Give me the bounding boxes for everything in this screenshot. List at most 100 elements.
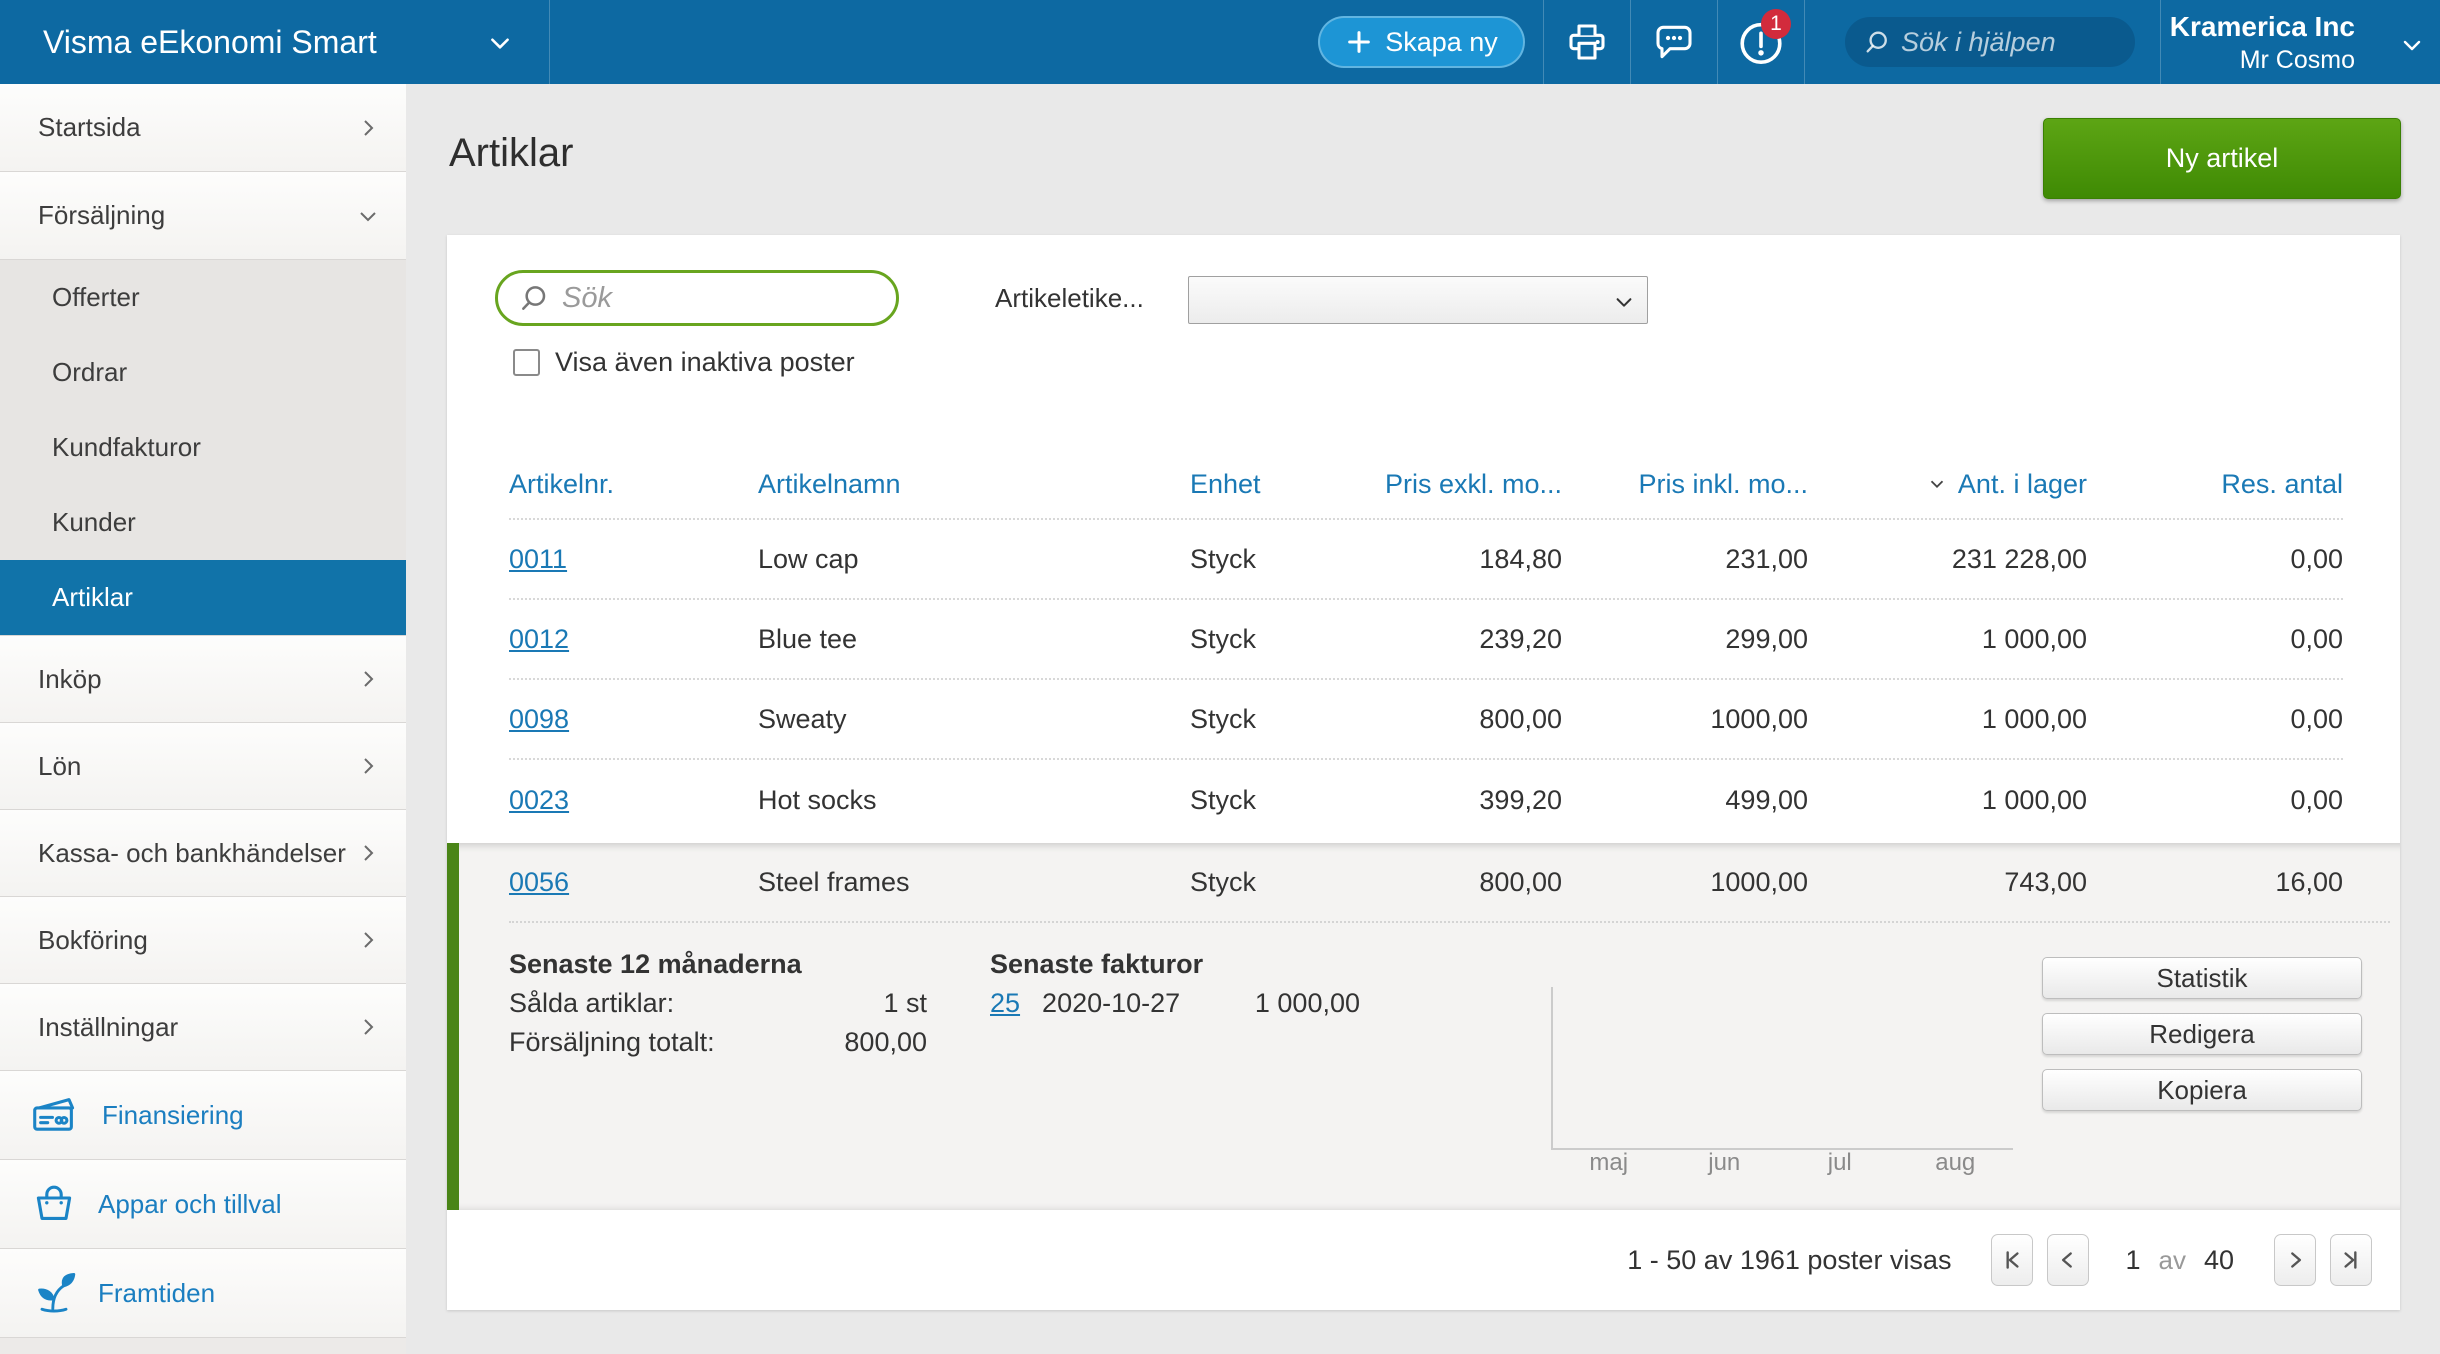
article-number-link[interactable]: 0098 [509, 704, 569, 734]
show-inactive-row[interactable]: Visa även inaktiva poster [513, 347, 855, 378]
sidebar-item-bokforing[interactable]: Bokföring [0, 897, 406, 984]
statistics-button[interactable]: Statistik [2042, 957, 2362, 999]
chevron-down-icon[interactable] [2398, 33, 2426, 57]
sort-desc-icon [1926, 473, 1948, 495]
article-number-link[interactable]: 0012 [509, 624, 569, 654]
sidebar-item-label: Artiklar [52, 582, 133, 613]
article-label-select[interactable] [1188, 276, 1648, 324]
article-name: Hot socks [758, 785, 1190, 816]
column-header-label: Res. antal [2221, 469, 2343, 500]
stock-qty: 743,00 [1808, 867, 2087, 898]
mini-sales-chart-x-labels: maj jun jul aug [1551, 1149, 2013, 1177]
column-header-artikelnamn[interactable]: Artikelnamn [758, 469, 1190, 500]
article-unit: Styck [1190, 785, 1369, 816]
sidebar-item-label: Kassa- och bankhändelser [38, 838, 346, 869]
chevron-right-icon [356, 116, 380, 140]
stock-qty: 1 000,00 [1808, 785, 2087, 816]
new-article-button[interactable]: Ny artikel [2043, 118, 2401, 199]
sales-total-label: Försäljning totalt: [509, 1023, 715, 1062]
table-row[interactable]: 0012 Blue tee Styck 239,20 299,00 1 000,… [509, 600, 2343, 680]
print-button[interactable] [1544, 0, 1630, 84]
reserved-qty: 0,00 [2087, 785, 2343, 816]
stock-qty: 1 000,00 [1808, 704, 2087, 735]
column-header-enhet[interactable]: Enhet [1190, 469, 1369, 500]
price-incl: 499,00 [1562, 785, 1808, 816]
feedback-button[interactable] [1631, 0, 1717, 84]
column-header-pris-inkl[interactable]: Pris inkl. mo... [1562, 469, 1808, 500]
search-icon [518, 282, 550, 314]
sidebar-item-installningar[interactable]: Inställningar [0, 984, 406, 1071]
shopping-bag-icon [30, 1182, 78, 1226]
last-page-button[interactable] [2330, 1234, 2372, 1286]
chevron-down-icon[interactable] [487, 30, 513, 56]
edit-button[interactable]: Redigera [2042, 1013, 2362, 1055]
sidebar-item-label: Bokföring [38, 925, 148, 956]
article-search-input[interactable] [562, 282, 876, 315]
main-content: Artiklar Ny artikel Artikeletike... Visa… [406, 84, 2440, 1354]
sidebar-item-finansiering[interactable]: Finansiering [0, 1071, 406, 1160]
table-row[interactable]: 0011 Low cap Styck 184,80 231,00 231 228… [509, 520, 2343, 600]
price-incl: 299,00 [1562, 624, 1808, 655]
sidebar-item-framtiden[interactable]: Framtiden [0, 1249, 406, 1338]
column-header-pris-exkl[interactable]: Pris exkl. mo... [1369, 469, 1562, 500]
sidebar-item-kunder[interactable]: Kunder [0, 485, 406, 560]
first-page-button[interactable] [1991, 1234, 2033, 1286]
sidebar-item-label: Framtiden [98, 1278, 215, 1309]
sidebar-item-label: Inköp [38, 664, 102, 695]
sidebar-item-startsida[interactable]: Startsida [0, 84, 406, 172]
previous-page-button[interactable] [2047, 1234, 2089, 1286]
article-number-link[interactable]: 0056 [509, 867, 569, 897]
sold-articles-value: 1 st [883, 984, 927, 1023]
mini-sales-chart [1551, 987, 2013, 1150]
user-menu[interactable]: Kramerica Inc Mr Cosmo [2170, 9, 2355, 76]
sidebar-item-lon[interactable]: Lön [0, 723, 406, 810]
total-pages: 40 [2204, 1245, 2234, 1276]
reserved-qty: 0,00 [2087, 544, 2343, 575]
article-number-link[interactable]: 0011 [509, 544, 567, 574]
column-header-artikelnr[interactable]: Artikelnr. [509, 469, 758, 500]
sidebar-item-forsaljning[interactable]: Försäljning [0, 172, 406, 260]
sidebar-item-artiklar[interactable]: Artiklar [0, 560, 406, 635]
sidebar-item-appar-och-tillval[interactable]: Appar och tillval [0, 1160, 406, 1249]
price-excl: 800,00 [1369, 704, 1562, 735]
sidebar-item-kassa-och-bankhandelser[interactable]: Kassa- och bankhändelser [0, 810, 406, 897]
last-12-months-title: Senaste 12 månaderna [509, 945, 927, 984]
sidebar-item-inkop[interactable]: Inköp [0, 636, 406, 723]
help-search-input[interactable] [1901, 27, 2117, 58]
sidebar-item-kundfakturor[interactable]: Kundfakturor [0, 410, 406, 485]
next-page-button[interactable] [2274, 1234, 2316, 1286]
sidebar-item-offerter[interactable]: Offerter [0, 260, 406, 335]
copy-button-label: Kopiera [2157, 1075, 2247, 1106]
app-title[interactable]: Visma eEkonomi Smart [43, 0, 377, 84]
article-number-link[interactable]: 0023 [509, 785, 569, 815]
table-row[interactable]: 0023 Hot socks Styck 399,20 499,00 1 000… [509, 760, 2343, 840]
show-inactive-checkbox[interactable] [513, 349, 540, 376]
plant-icon [30, 1271, 78, 1315]
chevron-right-icon [356, 928, 380, 952]
notification-badge: 1 [1761, 9, 1791, 39]
chevron-down-icon [1613, 291, 1635, 313]
pagination-summary: 1 - 50 av 1961 poster visas [1627, 1245, 1951, 1276]
invoice-amount: 1 000,00 [1255, 984, 1360, 1023]
column-header-label: Pris inkl. mo... [1638, 469, 1808, 500]
column-header-res-antal[interactable]: Res. antal [2087, 469, 2343, 500]
article-name: Steel frames [758, 867, 1190, 898]
copy-button[interactable]: Kopiera [2042, 1069, 2362, 1111]
table-row-selected[interactable]: 0056 Steel frames Styck 800,00 1000,00 7… [509, 843, 2390, 923]
invoice-number-link[interactable]: 25 [990, 984, 1020, 1023]
column-header-label: Pris exkl. mo... [1385, 469, 1562, 500]
price-incl: 231,00 [1562, 544, 1808, 575]
column-header-ant-i-lager[interactable]: Ant. i lager [1808, 469, 2087, 500]
notifications-button[interactable]: 1 [1718, 0, 1804, 84]
search-icon [1863, 28, 1891, 56]
sidebar-item-ordrar[interactable]: Ordrar [0, 335, 406, 410]
topbar: Visma eEkonomi Smart Skapa ny [0, 0, 2440, 84]
sidebar-item-label: Finansiering [102, 1100, 244, 1131]
table-row[interactable]: 0098 Sweaty Styck 800,00 1000,00 1 000,0… [509, 680, 2343, 760]
article-label-field-label: Artikeletike... [995, 283, 1144, 314]
chevron-right-icon [356, 1015, 380, 1039]
statistics-button-label: Statistik [2156, 963, 2247, 994]
create-new-button[interactable]: Skapa ny [1318, 16, 1525, 68]
sales-submenu: Offerter Ordrar Kundfakturor Kunder Arti… [0, 260, 406, 636]
articles-table: Artikelnr. Artikelnamn Enhet Pris exkl. … [509, 450, 2390, 840]
